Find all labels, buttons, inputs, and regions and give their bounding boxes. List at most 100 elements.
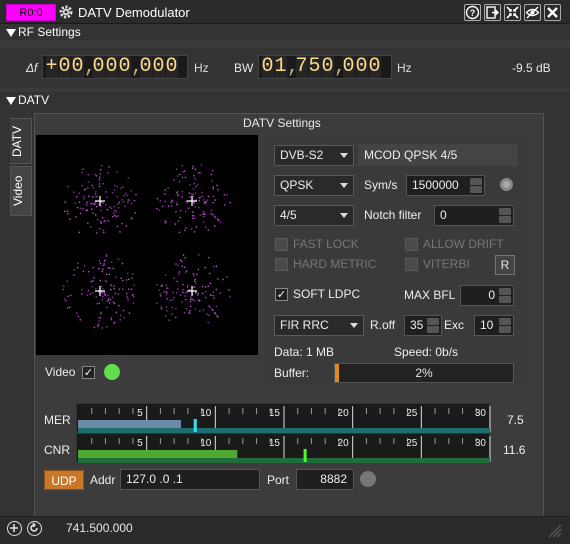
chevron-down-icon bbox=[350, 323, 358, 328]
hide-icon[interactable] bbox=[524, 4, 541, 21]
bw-digit[interactable]: 0 bbox=[321, 56, 334, 78]
hard-metric-checkbox[interactable] bbox=[275, 258, 288, 271]
meter-tick-label: 5 bbox=[137, 408, 143, 419]
resize-grip-icon[interactable] bbox=[548, 524, 562, 541]
fast-lock-checkbox[interactable] bbox=[275, 238, 288, 251]
svg-text:?: ? bbox=[470, 8, 476, 18]
buffer-progress-bar: 2% bbox=[334, 363, 514, 383]
meter-tick-label: 20 bbox=[338, 408, 350, 419]
channel-badge[interactable]: R0:0 bbox=[6, 4, 56, 21]
video-status-led bbox=[104, 364, 120, 380]
move-to-device-icon[interactable] bbox=[7, 521, 22, 536]
chevron-down-icon bbox=[340, 153, 348, 158]
modulation-combo[interactable]: QPSK bbox=[274, 175, 354, 196]
spin-arrows-icon[interactable] bbox=[499, 288, 511, 303]
center-frequency: 741.500.000 bbox=[66, 521, 133, 535]
fast-lock-label: FAST LOCK bbox=[293, 237, 359, 251]
meter-tick-label: 15 bbox=[269, 438, 281, 449]
delta-f-digit[interactable]: 0 bbox=[165, 56, 178, 78]
bw-digit[interactable]: 0 bbox=[261, 56, 274, 78]
delta-f-digit[interactable]: 0 bbox=[118, 56, 131, 78]
bw-digit[interactable]: 0 bbox=[342, 56, 355, 78]
bw-unit: Hz bbox=[397, 61, 412, 75]
filter-combo[interactable]: FIR RRC bbox=[274, 315, 364, 336]
allow-drift-label: ALLOW DRIFT bbox=[423, 237, 504, 251]
port-label: Port bbox=[267, 473, 290, 487]
udp-address-input[interactable]: 127.0 .0 .1 bbox=[120, 469, 260, 490]
spin-arrows-icon[interactable] bbox=[499, 318, 511, 333]
exc-spinbox[interactable]: 10 bbox=[474, 315, 514, 336]
bw-digit[interactable]: 0 bbox=[355, 56, 368, 78]
reset-button[interactable]: R bbox=[495, 255, 515, 275]
window-title: DATV Demodulator bbox=[78, 5, 190, 20]
delta-f-dial[interactable]: +0 0, 0 0 0, 0 0 0 bbox=[42, 55, 188, 79]
udp-port-input[interactable]: 8882 bbox=[296, 469, 354, 490]
collapse-triangle-icon bbox=[6, 28, 16, 37]
buffer-percent: 2% bbox=[415, 366, 433, 380]
fec-combo[interactable]: 4/5 bbox=[274, 205, 354, 226]
meter-level-bar bbox=[78, 450, 238, 458]
delta-f-digit[interactable]: 0 bbox=[139, 56, 152, 78]
meter-tick-label: 5 bbox=[137, 438, 143, 449]
addr-label: Addr bbox=[90, 473, 116, 487]
delta-f-digit[interactable]: + bbox=[45, 56, 58, 78]
bw-digit[interactable]: 7 bbox=[295, 56, 308, 78]
cnr-label: CNR bbox=[44, 443, 70, 457]
help-icon[interactable]: ? bbox=[464, 4, 481, 21]
constellation-display bbox=[36, 135, 258, 355]
notch-spinbox[interactable]: 0 bbox=[434, 205, 514, 226]
datv-title: DATV bbox=[18, 93, 50, 107]
spin-arrows-icon[interactable] bbox=[470, 178, 482, 193]
meter-tick-label: 15 bbox=[269, 408, 281, 419]
symrate-spinbox[interactable]: 1500000 bbox=[406, 175, 485, 196]
cnr-meter: 5 10 15 20 25 30 bbox=[76, 433, 491, 463]
max-bfl-spinbox[interactable]: 0 bbox=[460, 285, 514, 306]
delta-f-digit[interactable]: 0 bbox=[71, 56, 84, 78]
bw-digit[interactable]: 0 bbox=[368, 56, 381, 78]
rf-settings-title: RF Settings bbox=[18, 25, 81, 39]
mer-label: MER bbox=[44, 413, 71, 427]
tab-video[interactable]: Video bbox=[10, 166, 32, 216]
notch-label: Notch filter bbox=[364, 208, 422, 222]
spin-arrows-icon[interactable] bbox=[499, 208, 511, 223]
dial-separator: , bbox=[287, 55, 300, 79]
soft-ldpc-checkbox[interactable]: ✓ bbox=[275, 288, 288, 301]
close-icon[interactable] bbox=[544, 4, 561, 21]
symrate-led bbox=[500, 178, 513, 191]
shrink-icon[interactable] bbox=[504, 4, 521, 21]
exc-label: Exc bbox=[444, 318, 465, 332]
viterbi-label: VITERBI bbox=[423, 257, 470, 271]
video-checkbox[interactable]: ✓ bbox=[82, 366, 95, 379]
udp-toggle-button[interactable]: UDP bbox=[44, 470, 84, 490]
constellation-target-icon bbox=[187, 196, 197, 206]
mer-meter: 5 10 15 20 25 30 bbox=[76, 403, 491, 433]
delta-f-digit[interactable]: 0 bbox=[92, 56, 105, 78]
reset-frequency-icon[interactable] bbox=[27, 521, 42, 536]
meter-tick-label: 30 bbox=[475, 408, 487, 419]
allow-drift-checkbox[interactable] bbox=[405, 238, 418, 251]
meter-tick-label: 25 bbox=[406, 408, 418, 419]
datv-header[interactable]: DATV bbox=[0, 92, 570, 108]
tab-datv[interactable]: DATV bbox=[10, 118, 32, 164]
viterbi-checkbox[interactable] bbox=[405, 258, 418, 271]
rf-settings-header[interactable]: RF Settings bbox=[0, 24, 570, 40]
delta-f-digit[interactable]: 0 bbox=[105, 56, 118, 78]
roff-spinbox[interactable]: 35 bbox=[404, 315, 442, 336]
video-label: Video bbox=[45, 365, 76, 379]
delta-f-label: Δf bbox=[26, 61, 38, 75]
delta-f-digit[interactable]: 0 bbox=[58, 56, 71, 78]
move-to-workspace-icon[interactable] bbox=[484, 4, 501, 21]
soft-ldpc-label: SOFT LDPC bbox=[293, 287, 361, 301]
meter-tick-label: 10 bbox=[200, 408, 212, 419]
bw-label: BW bbox=[234, 61, 254, 75]
spin-arrows-icon[interactable] bbox=[427, 318, 439, 333]
chevron-down-icon bbox=[340, 183, 348, 188]
meter-tick-label: 20 bbox=[338, 438, 350, 449]
bw-digit[interactable]: 5 bbox=[308, 56, 321, 78]
bw-dial[interactable]: 01,750,000 bbox=[258, 55, 392, 79]
bw-digit[interactable]: 1 bbox=[274, 56, 287, 78]
gear-icon[interactable] bbox=[58, 4, 74, 20]
delta-f-digit[interactable]: 0 bbox=[152, 56, 165, 78]
collapse-triangle-icon bbox=[6, 96, 16, 105]
standard-combo[interactable]: DVB-S2 bbox=[274, 145, 354, 166]
